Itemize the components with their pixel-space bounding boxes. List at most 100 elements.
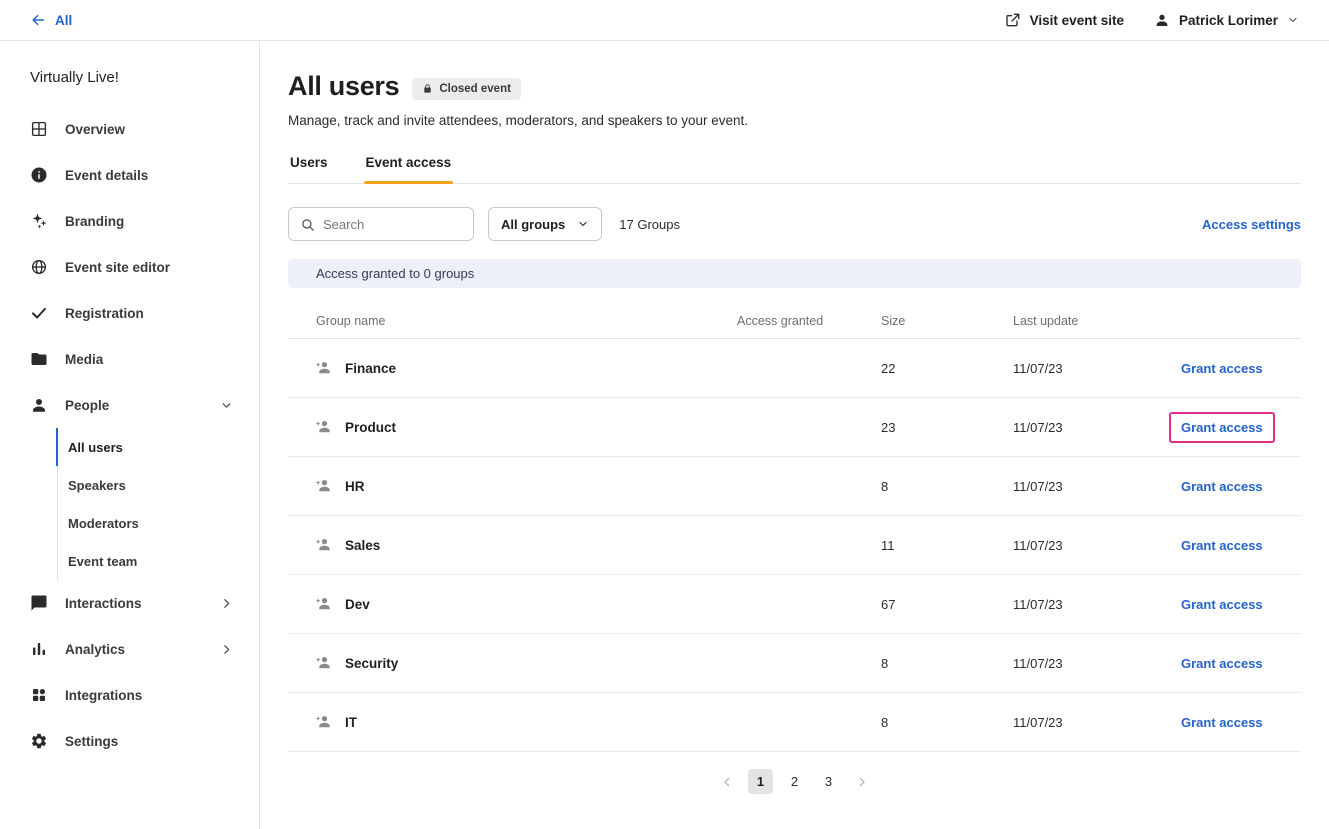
group-size: 23 [881,420,1013,435]
checkmark-icon [30,304,48,322]
chevron-right-icon [220,597,233,610]
page-button[interactable]: 2 [782,769,807,794]
group-last-update: 11/07/23 [1013,656,1180,671]
grant-access-link[interactable]: Grant access [1169,530,1275,561]
table-row: Dev 67 11/07/23 Grant access [288,575,1301,634]
integrations-icon [30,686,48,704]
group-name: IT [345,715,357,730]
bar-chart-icon [30,640,48,658]
page-subtitle: Manage, track and invite attendees, mode… [288,113,1301,128]
group-last-update: 11/07/23 [1013,361,1180,376]
visit-event-site-button[interactable]: Visit event site [1005,12,1124,28]
sidebar-item-people[interactable]: People [0,382,259,428]
column-header-access-granted: Access granted [737,314,881,328]
tab-event-access[interactable]: Event access [364,155,454,183]
chat-bubble-icon [30,594,48,612]
groups-count: 17 Groups [619,217,680,232]
sidebar-item-label: Event details [65,168,148,183]
chevron-down-icon [1287,14,1299,26]
sidebar-item-registration[interactable]: Registration [0,290,259,336]
pagination: 1 2 3 [288,769,1301,794]
group-name: HR [345,479,365,494]
sidebar-item-analytics[interactable]: Analytics [0,626,259,672]
user-menu[interactable]: Patrick Lorimer [1154,12,1299,28]
grid-icon [30,120,48,138]
group-icon [314,536,332,554]
groups-filter-dropdown[interactable]: All groups [488,207,602,241]
table-row: Sales 11 11/07/23 Grant access [288,516,1301,575]
group-size: 67 [881,597,1013,612]
group-icon [314,359,332,377]
sidebar-item-all-users[interactable]: All users [56,428,259,466]
grant-access-link[interactable]: Grant access [1169,412,1275,443]
grant-access-link[interactable]: Grant access [1169,707,1275,738]
sidebar-subitem-label: All users [68,440,123,455]
table-body: Finance 22 11/07/23 Grant access Product… [288,339,1301,752]
search-input[interactable] [323,217,462,232]
sidebar-item-media[interactable]: Media [0,336,259,382]
sidebar-item-event-details[interactable]: Event details [0,152,259,198]
sidebar-item-label: People [65,398,109,413]
grant-access-link[interactable]: Grant access [1169,589,1275,620]
sidebar-item-overview[interactable]: Overview [0,106,259,152]
user-name: Patrick Lorimer [1179,13,1278,28]
chevron-down-icon [220,399,233,412]
search-box[interactable] [288,207,474,241]
lock-icon [422,83,433,94]
grant-access-link[interactable]: Grant access [1169,471,1275,502]
sidebar-item-settings[interactable]: Settings [0,718,259,764]
sidebar-item-label: Analytics [65,642,125,657]
sidebar-item-label: Media [65,352,103,367]
event-title: Virtually Live! [0,63,259,106]
access-settings-link[interactable]: Access settings [1202,217,1301,232]
page-button[interactable]: 1 [748,769,773,794]
sidebar-item-branding[interactable]: Branding [0,198,259,244]
sidebar-item-label: Integrations [65,688,142,703]
back-link-label: All [55,13,72,28]
sidebar-item-label: Settings [65,734,118,749]
sidebar-item-speakers[interactable]: Speakers [56,466,259,504]
sidebar-subitem-label: Event team [68,554,137,569]
closed-event-badge: Closed event [412,78,521,100]
external-link-icon [1005,12,1021,28]
closed-event-badge-label: Closed event [439,83,511,95]
sidebar-item-label: Registration [65,306,144,321]
page-button[interactable]: 3 [816,769,841,794]
sidebar-nav: Overview Event details Branding Event si… [0,106,259,764]
grant-access-link[interactable]: Grant access [1169,648,1275,679]
folder-icon [30,350,48,368]
people-subnav: All users Speakers Moderators Event team [57,428,259,580]
sidebar-item-event-team[interactable]: Event team [56,542,259,580]
pagination-prev-button[interactable] [715,770,739,794]
pagination-next-button[interactable] [850,770,874,794]
sidebar-item-moderators[interactable]: Moderators [56,504,259,542]
groups-filter-value: All groups [501,217,565,232]
main-content: All users Closed event Manage, track and… [260,41,1329,829]
globe-icon [30,258,48,276]
sidebar: Virtually Live! Overview Event details B… [0,41,260,829]
group-name: Dev [345,597,370,612]
person-icon [30,396,48,414]
group-last-update: 11/07/23 [1013,715,1180,730]
group-icon [314,713,332,731]
back-to-all-link[interactable]: All [30,12,72,28]
column-header-group-name: Group name [288,314,737,328]
page-title: All users [288,71,399,102]
group-last-update: 11/07/23 [1013,479,1180,494]
group-size: 8 [881,479,1013,494]
table-row: Finance 22 11/07/23 Grant access [288,339,1301,398]
group-name: Finance [345,361,396,376]
sidebar-item-integrations[interactable]: Integrations [0,672,259,718]
sidebar-item-interactions[interactable]: Interactions [0,580,259,626]
group-last-update: 11/07/23 [1013,538,1180,553]
chevron-right-icon [220,643,233,656]
table-row: HR 8 11/07/23 Grant access [288,457,1301,516]
group-size: 8 [881,656,1013,671]
grant-access-link[interactable]: Grant access [1169,353,1275,384]
sidebar-item-event-site-editor[interactable]: Event site editor [0,244,259,290]
tab-users[interactable]: Users [288,155,330,183]
group-icon [314,477,332,495]
chevron-down-icon [577,218,589,230]
group-icon [314,418,332,436]
page-header: All users Closed event [288,71,1301,102]
